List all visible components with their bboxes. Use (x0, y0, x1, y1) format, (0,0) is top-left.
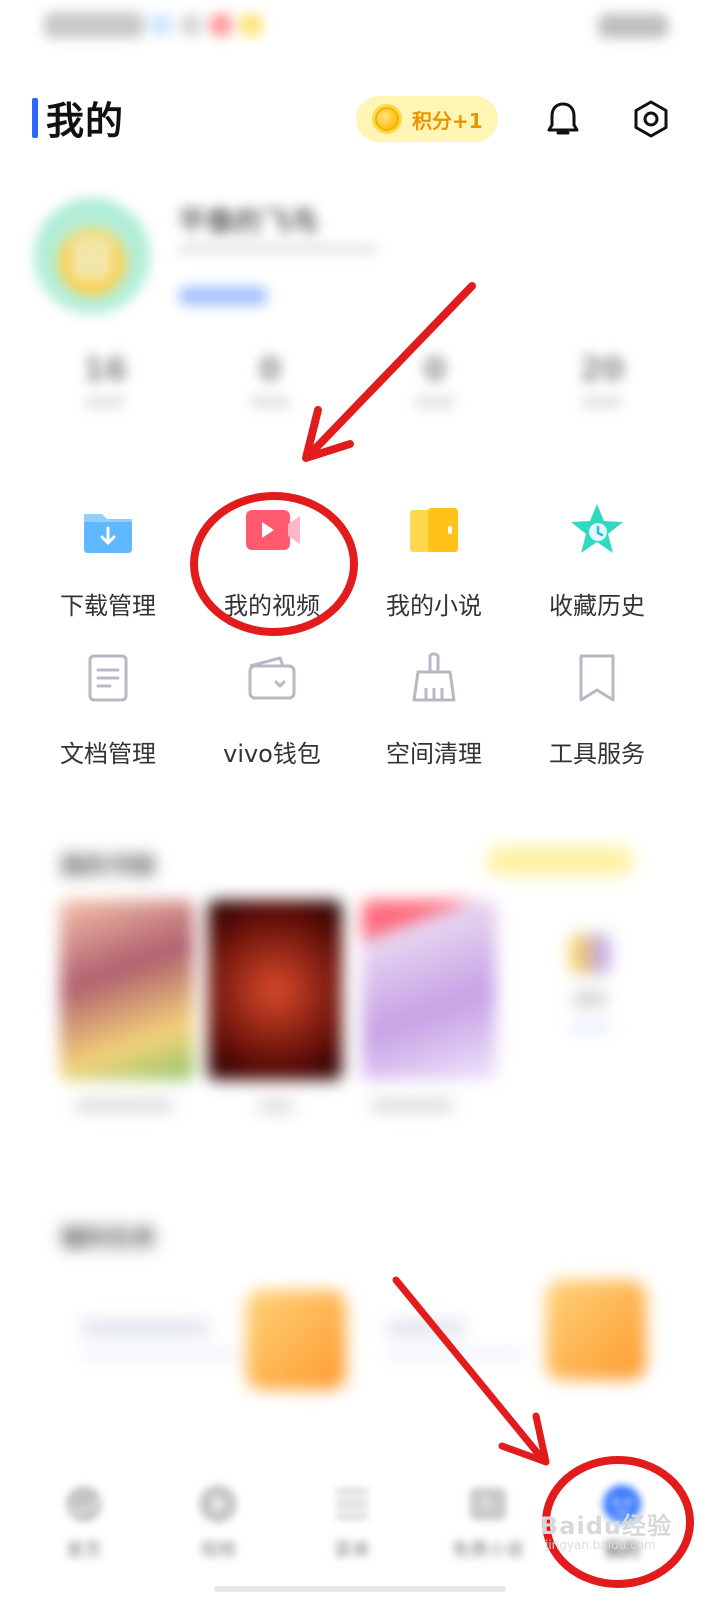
profile-card[interactable]: 平像的飞鸟 (0, 190, 720, 320)
stat-value: 20 (579, 350, 625, 388)
bookshelf-pill[interactable] (486, 846, 634, 876)
points-badge[interactable]: 积分+1 (356, 96, 498, 142)
gift-icon[interactable] (546, 1280, 646, 1380)
book-caption (76, 1100, 172, 1112)
avatar[interactable] (34, 198, 150, 314)
bookshelf-section: 我的书架 (0, 840, 720, 1130)
bookshelf-title: 我的书架 (60, 852, 156, 880)
book-cover[interactable] (60, 900, 194, 1080)
watermark: Baidu经验 (540, 1512, 672, 1540)
stat-value: 16 (82, 350, 128, 388)
stat-label (415, 396, 455, 408)
grid-item-documents[interactable]: 文档管理 (28, 648, 188, 768)
promo-subtext (80, 1350, 240, 1358)
menu-icon (330, 1482, 374, 1526)
profile-stats: 16 0 0 20 (0, 350, 720, 420)
points-badge-label: 积分+1 (412, 108, 483, 133)
star-history-icon (567, 500, 627, 560)
welfare-title: 福利任务 (60, 1224, 156, 1252)
grid-item-vivo-wallet[interactable]: vivo钱包 (192, 648, 352, 768)
stat-item[interactable]: 0 (225, 350, 315, 408)
wallet-icon (242, 648, 302, 708)
gift-icon[interactable] (246, 1290, 346, 1390)
grid-label: 工具服务 (549, 740, 645, 768)
stat-item[interactable]: 16 (60, 350, 150, 408)
nav-label: 首页 (66, 1540, 102, 1561)
grid-item-tool-service[interactable]: 工具服务 (517, 648, 677, 768)
grid-item-favorites-history[interactable]: 收藏历史 (517, 500, 677, 620)
grid-item-my-novel[interactable]: 我的小说 (354, 500, 514, 620)
watermark-url: jingyan.baidu.com (545, 1538, 656, 1552)
stat-label (582, 396, 622, 408)
grid-label: 空间清理 (386, 740, 482, 768)
grid-label: 我的视频 (224, 592, 320, 620)
status-battery-icon (598, 14, 668, 38)
home-icon (62, 1482, 106, 1526)
username: 平像的飞鸟 (178, 205, 319, 238)
nav-label: 免费小说 (452, 1540, 524, 1561)
user-subtitle (178, 244, 378, 254)
brush-icon (404, 648, 464, 708)
book-cover[interactable] (362, 900, 496, 1080)
bell-icon[interactable] (540, 96, 586, 142)
grid-item-download[interactable]: 下载管理 (28, 500, 188, 620)
stat-value: 0 (423, 350, 447, 388)
coin-icon (372, 104, 402, 134)
book-cover[interactable] (208, 900, 342, 1080)
bookmark-icon (567, 648, 627, 708)
nav-video[interactable]: 视频 (158, 1468, 278, 1568)
grid-item-space-clean[interactable]: 空间清理 (354, 648, 514, 768)
status-bar (0, 0, 720, 56)
download-folder-icon (78, 500, 138, 560)
stat-item[interactable]: 20 (557, 350, 647, 408)
nav-home[interactable]: 首页 (24, 1468, 144, 1568)
header: 我的 积分+1 (0, 88, 720, 150)
page-title: 我的 (46, 99, 125, 143)
status-notification-icons (150, 14, 262, 36)
stat-label (250, 396, 290, 408)
nav-label: 视频 (200, 1540, 236, 1561)
user-tag (178, 286, 268, 306)
grid-label: 文档管理 (60, 740, 156, 768)
promo-text (80, 1320, 210, 1336)
promo-text (386, 1320, 466, 1336)
book-caption (258, 1100, 294, 1112)
book-icon (466, 1482, 510, 1526)
book-more[interactable] (540, 900, 640, 1080)
home-indicator[interactable] (214, 1586, 506, 1592)
grid-label: 我的小说 (386, 592, 482, 620)
grid-label: 下载管理 (60, 592, 156, 620)
promo-subtext (386, 1350, 526, 1358)
nav-label: 菜单 (334, 1540, 370, 1561)
stat-value: 0 (258, 350, 282, 388)
feature-grid: 下载管理 我的视频 我的小说 收藏历史 文档管理 vivo钱包 空间清理 工具服… (0, 490, 720, 770)
nav-free-novel[interactable]: 免费小说 (428, 1468, 548, 1568)
nav-menu[interactable]: 菜单 (292, 1468, 412, 1568)
welfare-section: 福利任务 (0, 1210, 720, 1430)
status-time (44, 12, 144, 38)
document-icon (78, 648, 138, 708)
settings-icon[interactable] (628, 96, 674, 142)
play-icon (196, 1482, 240, 1526)
grid-label: 收藏历史 (549, 592, 645, 620)
stat-item[interactable]: 0 (390, 350, 480, 408)
grid-item-my-video[interactable]: 我的视频 (192, 500, 352, 620)
video-icon (242, 500, 302, 560)
title-accent-bar (32, 98, 38, 138)
stat-label (85, 396, 125, 408)
novel-icon (404, 500, 464, 560)
book-caption (372, 1100, 452, 1112)
grid-label: vivo钱包 (223, 740, 321, 768)
